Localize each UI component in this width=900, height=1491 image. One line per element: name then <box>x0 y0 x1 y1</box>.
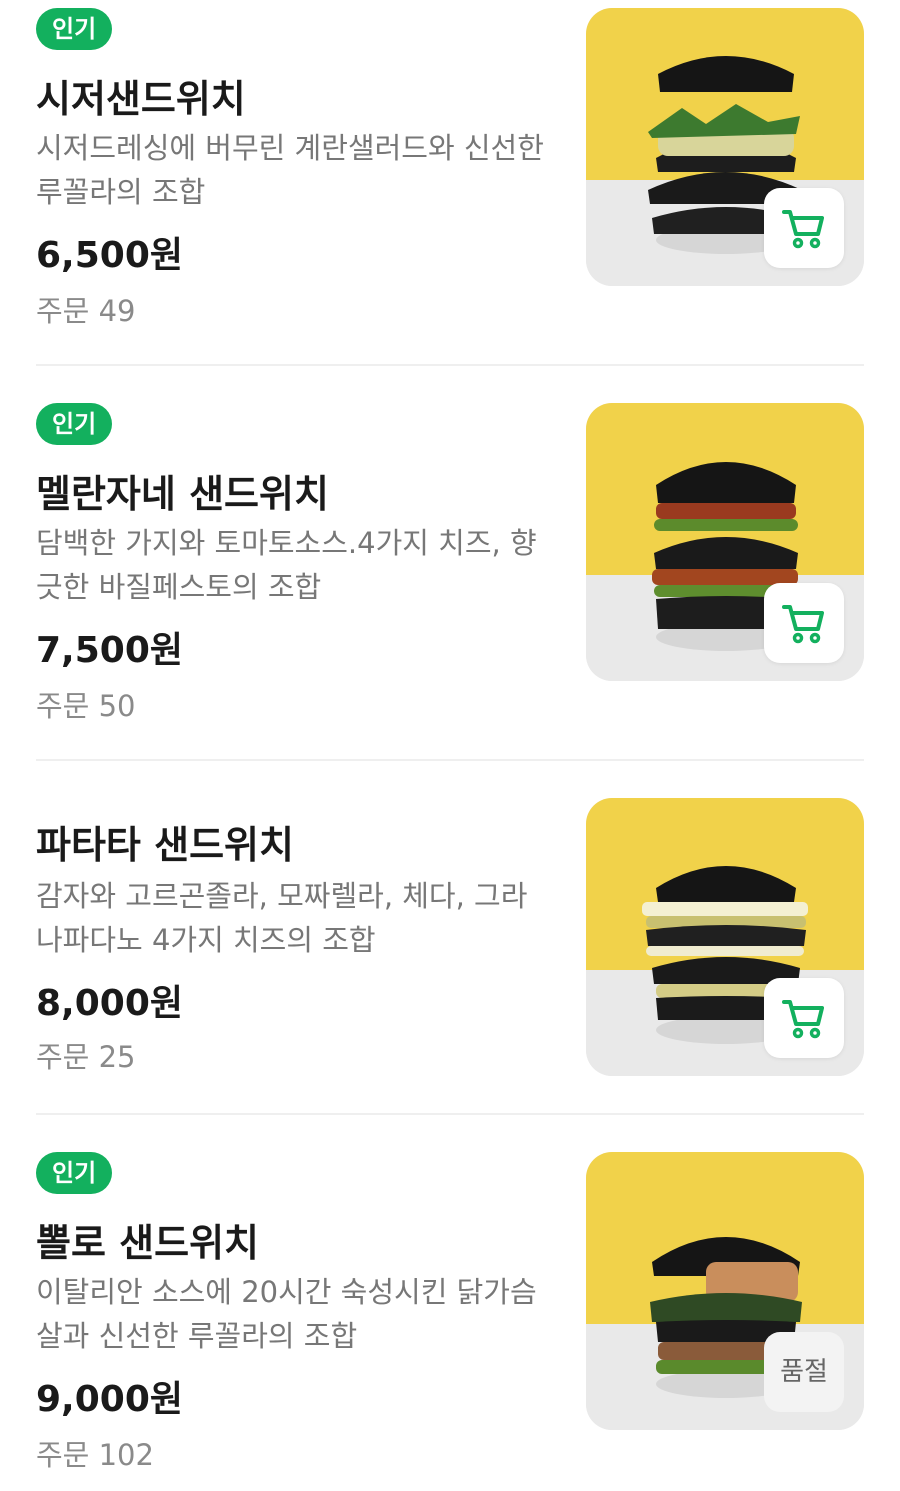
menu-item[interactable]: 인기 멜란자네 샌드위치 담백한 가지와 토마토소스.4가지 치즈, 향긋한 바… <box>36 403 864 733</box>
menu-item[interactable]: 인기 시저샌드위치 시저드레싱에 버무린 계란샐러드와 신선한 루꼴라의 조합 … <box>36 8 864 338</box>
menu-item-price: 8,000원 <box>36 983 183 1024</box>
divider <box>36 364 864 366</box>
popular-badge: 인기 <box>36 8 113 50</box>
order-count: 주문 50 <box>36 689 136 723</box>
menu-item-name: 멜란자네 샌드위치 <box>36 472 329 516</box>
menu-item[interactable]: 파타타 샌드위치 감자와 고르곤졸라, 모짜렐라, 체다, 그라나파다노 4가지… <box>36 798 864 1088</box>
menu-item-name: 시저샌드위치 <box>36 77 246 121</box>
divider <box>36 759 864 761</box>
popular-badge: 인기 <box>36 403 113 445</box>
sandwich-image[interactable] <box>586 403 864 681</box>
menu-item-description: 이탈리안 소스에 20시간 숙성시킨 닭가슴살과 신선한 루꼴라의 조합 <box>36 1275 537 1353</box>
order-count: 주문 49 <box>36 294 136 328</box>
menu-item[interactable]: 인기 뽈로 샌드위치 이탈리안 소스에 20시간 숙성시킨 닭가슴살과 신선한 … <box>36 1152 864 1482</box>
cart-icon <box>782 1000 824 1039</box>
cart-icon <box>782 605 824 644</box>
menu-item-description: 담백한 가지와 토마토소스.4가지 치즈, 향긋한 바질페스토의 조합 <box>36 526 537 604</box>
menu-item-price: 7,500원 <box>36 630 183 671</box>
add-to-cart-button[interactable] <box>764 188 844 268</box>
menu-item-description: 감자와 고르곤졸라, 모짜렐라, 체다, 그라나파다노 4가지 치즈의 조합 <box>36 879 528 957</box>
cart-icon <box>782 210 824 249</box>
order-count: 주문 102 <box>36 1438 154 1472</box>
divider <box>36 1113 864 1115</box>
menu-item-price: 6,500원 <box>36 235 183 276</box>
sandwich-image[interactable] <box>586 798 864 1076</box>
menu-item-name: 뽈로 샌드위치 <box>36 1221 259 1265</box>
popular-badge: 인기 <box>36 1152 113 1194</box>
add-to-cart-button[interactable] <box>764 583 844 663</box>
menu-item-price: 9,000원 <box>36 1379 183 1420</box>
sandwich-image[interactable] <box>586 8 864 286</box>
sandwich-image[interactable]: 품절 <box>586 1152 864 1430</box>
sold-out-badge: 품절 <box>764 1332 844 1412</box>
order-count: 주문 25 <box>36 1040 136 1074</box>
add-to-cart-button[interactable] <box>764 978 844 1058</box>
menu-item-name: 파타타 샌드위치 <box>36 823 294 867</box>
menu-item-description: 시저드레싱에 버무린 계란샐러드와 신선한 루꼴라의 조합 <box>36 131 544 209</box>
